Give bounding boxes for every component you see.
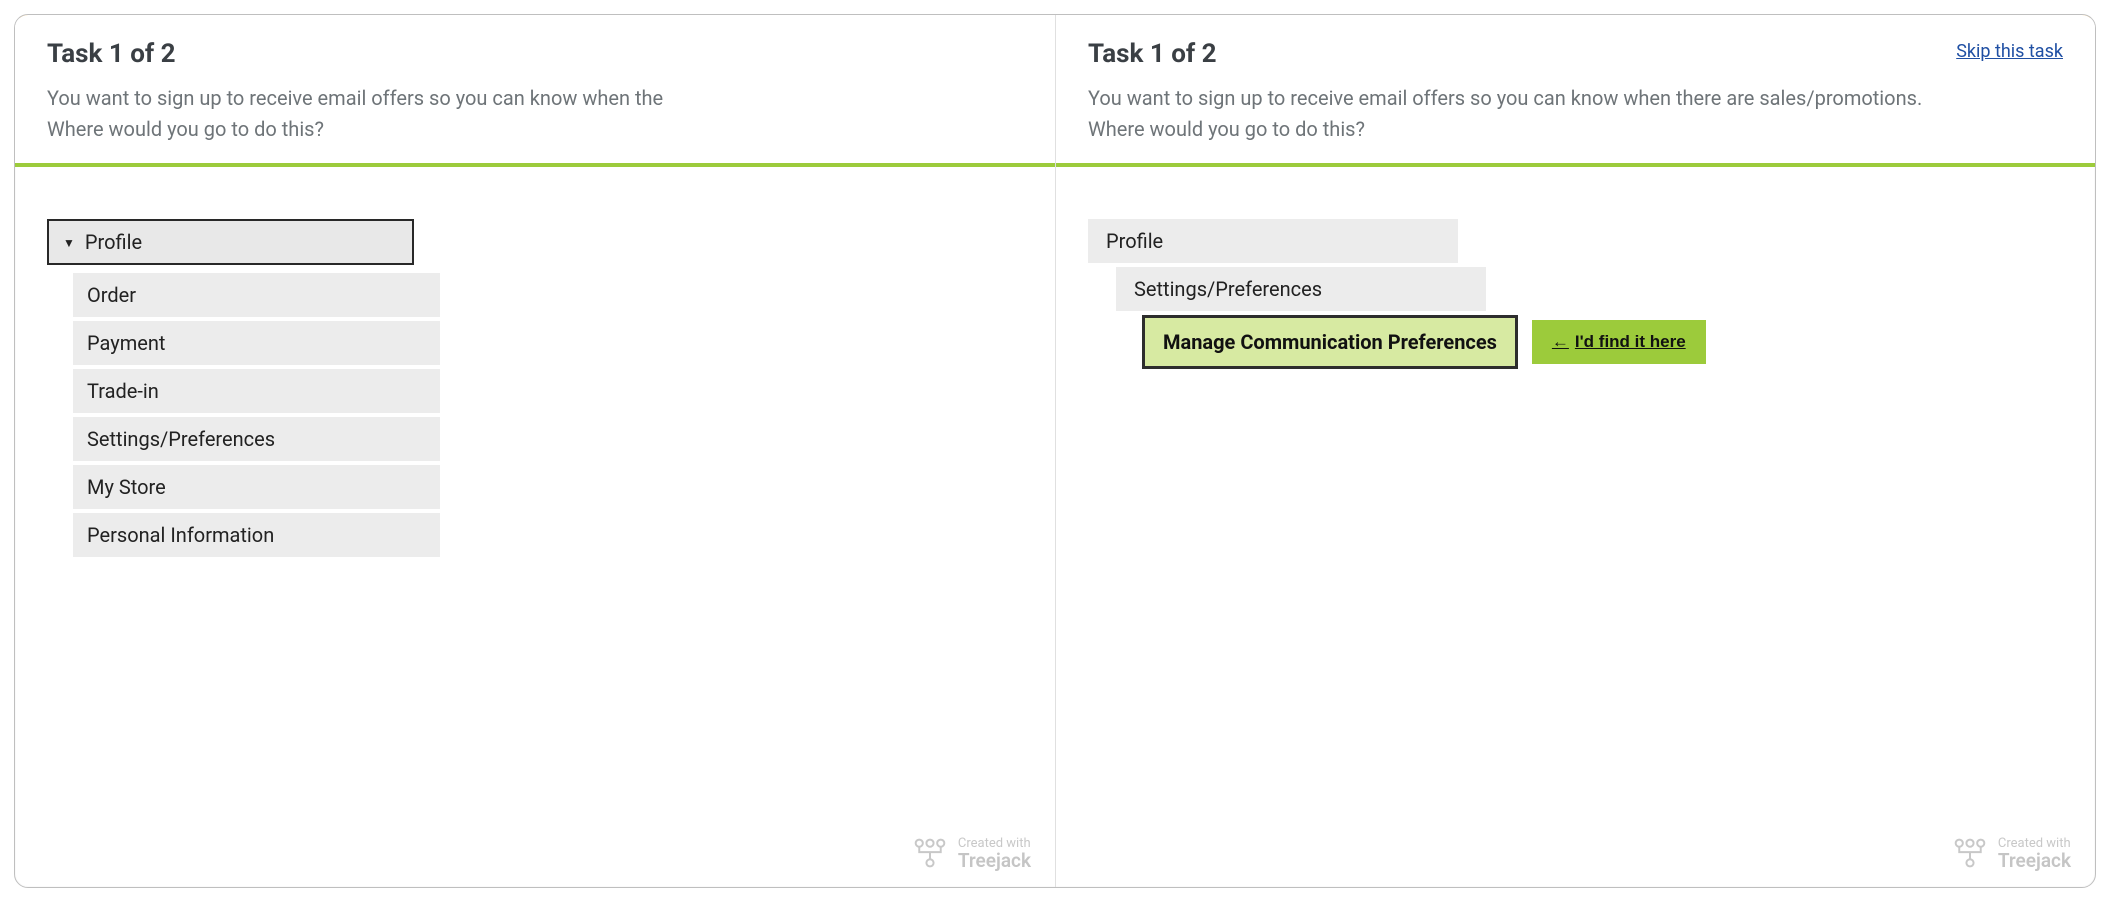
tree-children: Order Payment Trade-in Settings/Preferen… xyxy=(73,273,440,557)
task-title: Task 1 of 2 xyxy=(1088,39,2063,69)
tree-item-label: Personal Information xyxy=(87,523,274,547)
task-title: Task 1 of 2 xyxy=(47,39,1023,69)
panel-left: Task 1 of 2 You want to sign up to recei… xyxy=(15,15,1055,887)
tree-node-my-store[interactable]: My Store xyxy=(73,465,440,509)
skip-task-link[interactable]: Skip this task xyxy=(1956,41,2063,62)
treejack-logo-icon xyxy=(1952,836,1988,874)
tree-item-label: Settings/Preferences xyxy=(87,427,275,451)
tree-item-label: Payment xyxy=(87,331,165,355)
path-node-profile[interactable]: Profile xyxy=(1088,219,1458,263)
tree-node-profile[interactable]: ▼ Profile xyxy=(47,219,414,265)
treejack-branding: Created with Treejack xyxy=(1952,836,2071,874)
task-header-left: Task 1 of 2 You want to sign up to recei… xyxy=(15,15,1055,167)
caret-down-icon: ▼ xyxy=(63,236,75,250)
tree-node-trade-in[interactable]: Trade-in xyxy=(73,369,440,413)
task-prompt: You want to sign up to receive email off… xyxy=(1088,83,2063,145)
path-node-label: Profile xyxy=(1106,229,1163,253)
find-it-here-button[interactable]: ← I'd find it here xyxy=(1532,320,1706,364)
tree-node-order[interactable]: Order xyxy=(73,273,440,317)
path-node-label: Settings/Preferences xyxy=(1134,277,1322,301)
path-node-label: Manage Communication Preferences xyxy=(1163,330,1497,354)
branding-product: Treejack xyxy=(958,851,1031,872)
treejack-branding-text: Created with Treejack xyxy=(1998,837,2071,872)
two-pane-container: Task 1 of 2 You want to sign up to recei… xyxy=(14,14,2096,888)
branding-product: Treejack xyxy=(1998,851,2071,872)
panel-right: Skip this task Task 1 of 2 You want to s… xyxy=(1055,15,2095,887)
tree-item-label: Order xyxy=(87,283,136,307)
tree-node-personal-information[interactable]: Personal Information xyxy=(73,513,440,557)
task-header-right: Skip this task Task 1 of 2 You want to s… xyxy=(1056,15,2095,167)
tree-node-payment[interactable]: Payment xyxy=(73,321,440,365)
tree-item-label: My Store xyxy=(87,475,166,499)
path-node-settings-preferences[interactable]: Settings/Preferences xyxy=(1116,267,1486,311)
path-node-manage-communication-preferences[interactable]: Manage Communication Preferences xyxy=(1142,315,1518,369)
tree-item-label: Trade-in xyxy=(87,379,159,403)
task-prompt: You want to sign up to receive email off… xyxy=(47,83,1023,145)
tree-node-settings-preferences[interactable]: Settings/Preferences xyxy=(73,417,440,461)
find-button-label: I'd find it here xyxy=(1575,332,1686,352)
treejack-branding: Created with Treejack xyxy=(912,836,1031,874)
tree-node-label: Profile xyxy=(85,230,142,254)
treejack-branding-text: Created with Treejack xyxy=(958,837,1031,872)
treejack-logo-icon xyxy=(912,836,948,874)
tree-body-right: Profile Settings/Preferences Manage Comm… xyxy=(1056,167,2095,887)
arrow-left-icon: ← xyxy=(1552,332,1569,352)
tree-body-left: ▼ Profile Order Payment Trade-in Settings… xyxy=(15,167,1055,887)
selected-path: Profile Settings/Preferences Manage Comm… xyxy=(1088,219,2063,369)
